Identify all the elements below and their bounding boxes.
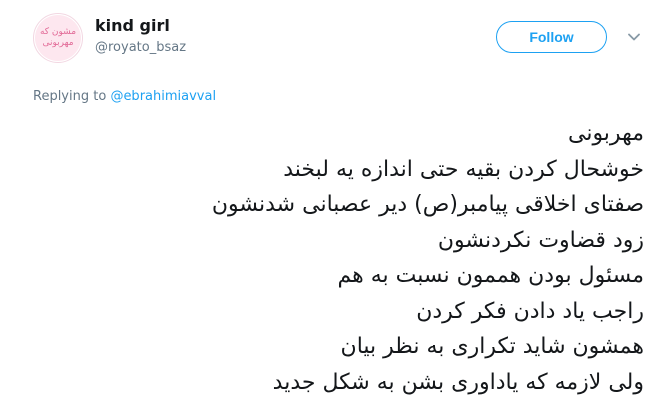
chevron-down-icon[interactable]: [626, 29, 642, 45]
tweet-line: صفتای اخلاقی پیامبر(ص) دیر عصبانی شدنشون: [211, 192, 644, 217]
tweet-line: زود قضاوت نکردنشون: [437, 227, 644, 253]
follow-button[interactable]: Follow: [496, 21, 607, 53]
author-handle[interactable]: @royato_bsaz: [95, 40, 186, 55]
tweet-line: مهربونی: [567, 121, 644, 146]
replying-prefix: Replying to: [33, 89, 111, 104]
mention-link[interactable]: @ebrahimiavval: [110, 89, 216, 104]
tweet-line: همشون شاید تکراری به نظر بیان: [340, 334, 644, 359]
replying-to: Replying to @ebrahimiavval: [33, 89, 216, 104]
avatar-text-line-1: مشون که: [39, 27, 77, 37]
tweet-text: مهربونی خوشحال کردن بقیه حتی اندازه یه ل…: [44, 116, 644, 400]
author-display-name[interactable]: kind girl: [95, 16, 170, 35]
tweet-line: ولی لازمه که یاداوری بشن به شکل جدید: [272, 369, 644, 395]
tweet-header: مشون که مهربونی kind girl @royato_bsaz F…: [0, 0, 664, 80]
avatar[interactable]: مشون که مهربونی: [33, 13, 83, 63]
tweet-line: خوشحال کردن بقیه حتی اندازه یه لبخند: [283, 156, 644, 182]
tweet-line: راجب یاد دادن فکر کردن: [416, 298, 644, 324]
avatar-text-line-2: مهربونی: [42, 38, 74, 48]
avatar-logo: مشون که مهربونی: [35, 15, 81, 61]
tweet-line: مسئول بودن هممون نسبت به هم: [337, 263, 644, 288]
